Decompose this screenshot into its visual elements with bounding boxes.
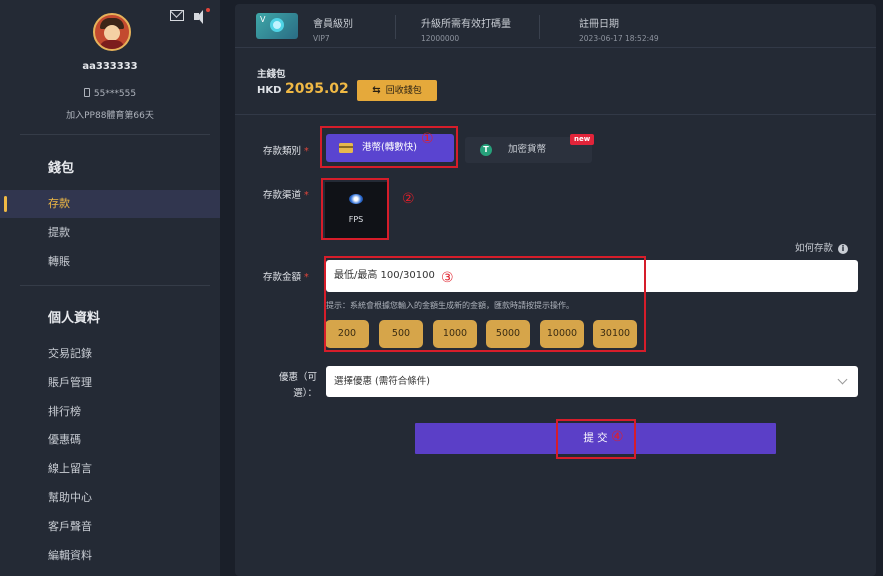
info-icon: i	[838, 244, 849, 254]
avatar[interactable]	[93, 13, 131, 51]
chevron-down-icon	[837, 374, 848, 385]
category-crypto-label: 加密貨幣	[508, 144, 547, 155]
recover-wallet-button[interactable]: ⇆ 回收錢包	[357, 80, 437, 101]
annotation-box-4	[556, 419, 636, 459]
mail-icon[interactable]	[170, 10, 184, 21]
main-wallet-label: 主錢包	[257, 69, 286, 80]
annotation-box-2	[321, 178, 389, 240]
sidebar-item-transfer[interactable]: 轉賬	[0, 248, 220, 276]
annotation-number-4: ④	[611, 429, 624, 445]
sidebar-item-messages[interactable]: 線上留言	[0, 455, 220, 483]
sidebar-item-withdraw[interactable]: 提款	[0, 219, 220, 247]
annotation-number-1: ①	[421, 131, 434, 147]
wallet-currency: HKD	[257, 85, 282, 96]
register-value: 2023-06-17 18:52:49	[579, 34, 659, 43]
sidebar-item-edit-profile[interactable]: 編輯資料	[0, 542, 220, 570]
upgrade-label: 升級所需有效打碼量	[421, 19, 511, 30]
category-label: 存款類別 *	[263, 146, 309, 157]
upgrade-requirement: 升級所需有效打碼量 12000000	[421, 15, 511, 43]
member-info-header: V 會員級別 VIP7 升級所需有效打碼量 12000000 註冊日期 2023…	[235, 4, 876, 48]
promo-label: 優惠（可 選）：	[278, 372, 317, 399]
annotation-box-1	[320, 126, 458, 168]
speaker-icon[interactable]	[194, 8, 210, 24]
wallet-section-title: 錢包	[48, 161, 75, 176]
join-days-text: 加入PP88體育第66天	[66, 111, 154, 121]
phone-number: 55***555	[93, 89, 137, 99]
phone-icon	[83, 88, 90, 97]
member-level-label: 會員級別	[313, 19, 353, 30]
vip-badge-icon: V	[256, 13, 298, 39]
profile-section-title: 個人資料	[48, 311, 101, 326]
annotation-box-3	[324, 256, 646, 352]
member-level-value: VIP7	[313, 34, 330, 43]
header-divider	[395, 15, 396, 39]
sidebar-divider	[20, 285, 210, 286]
annotation-number-3: ③	[441, 270, 454, 286]
top-icons	[170, 8, 210, 24]
sidebar-item-deposit[interactable]: 存款	[0, 190, 220, 218]
sidebar-item-promo-code[interactable]: 優惠碼	[0, 426, 220, 454]
sidebar-divider	[20, 134, 210, 135]
section-divider	[235, 114, 876, 115]
how-to-deposit-link[interactable]: 如何存款 i	[795, 240, 849, 254]
header-divider	[539, 15, 540, 39]
register-date: 註冊日期 2023-06-17 18:52:49	[579, 15, 659, 43]
channel-label: 存款渠道 *	[263, 190, 309, 201]
username: aa333333	[82, 61, 138, 72]
recover-wallet-label: 回收錢包	[385, 86, 422, 96]
wallet-amount: 2095.02	[285, 81, 349, 97]
annotation-number-2: ②	[402, 191, 415, 207]
main-panel: V 會員級別 VIP7 升級所需有效打碼量 12000000 註冊日期 2023…	[235, 4, 876, 576]
notification-dot	[206, 8, 210, 12]
register-label: 註冊日期	[579, 19, 619, 30]
promo-select[interactable]: 選擇優惠 (需符合條件)	[326, 366, 858, 397]
new-badge: new	[570, 134, 595, 145]
upgrade-value: 12000000	[421, 34, 460, 43]
sidebar-item-transactions[interactable]: 交易記錄	[0, 340, 220, 368]
sidebar-item-feedback[interactable]: 客戶聲音	[0, 513, 220, 541]
sidebar-item-account[interactable]: 賬戶管理	[0, 369, 220, 397]
amount-label: 存款金額 *	[263, 272, 309, 283]
sidebar-item-help[interactable]: 幫助中心	[0, 484, 220, 512]
member-level: 會員級別 VIP7	[313, 15, 353, 43]
tether-coin-icon: T	[480, 144, 492, 156]
phone-row: 55***555	[0, 88, 220, 99]
sidebar-item-leaderboard[interactable]: 排行榜	[0, 398, 220, 426]
promo-select-value: 選擇優惠 (需符合條件)	[334, 376, 430, 387]
swap-icon: ⇆	[372, 85, 381, 96]
sidebar: aa333333 55***555 加入PP88體育第66天 錢包 存款 提款 …	[0, 0, 220, 576]
